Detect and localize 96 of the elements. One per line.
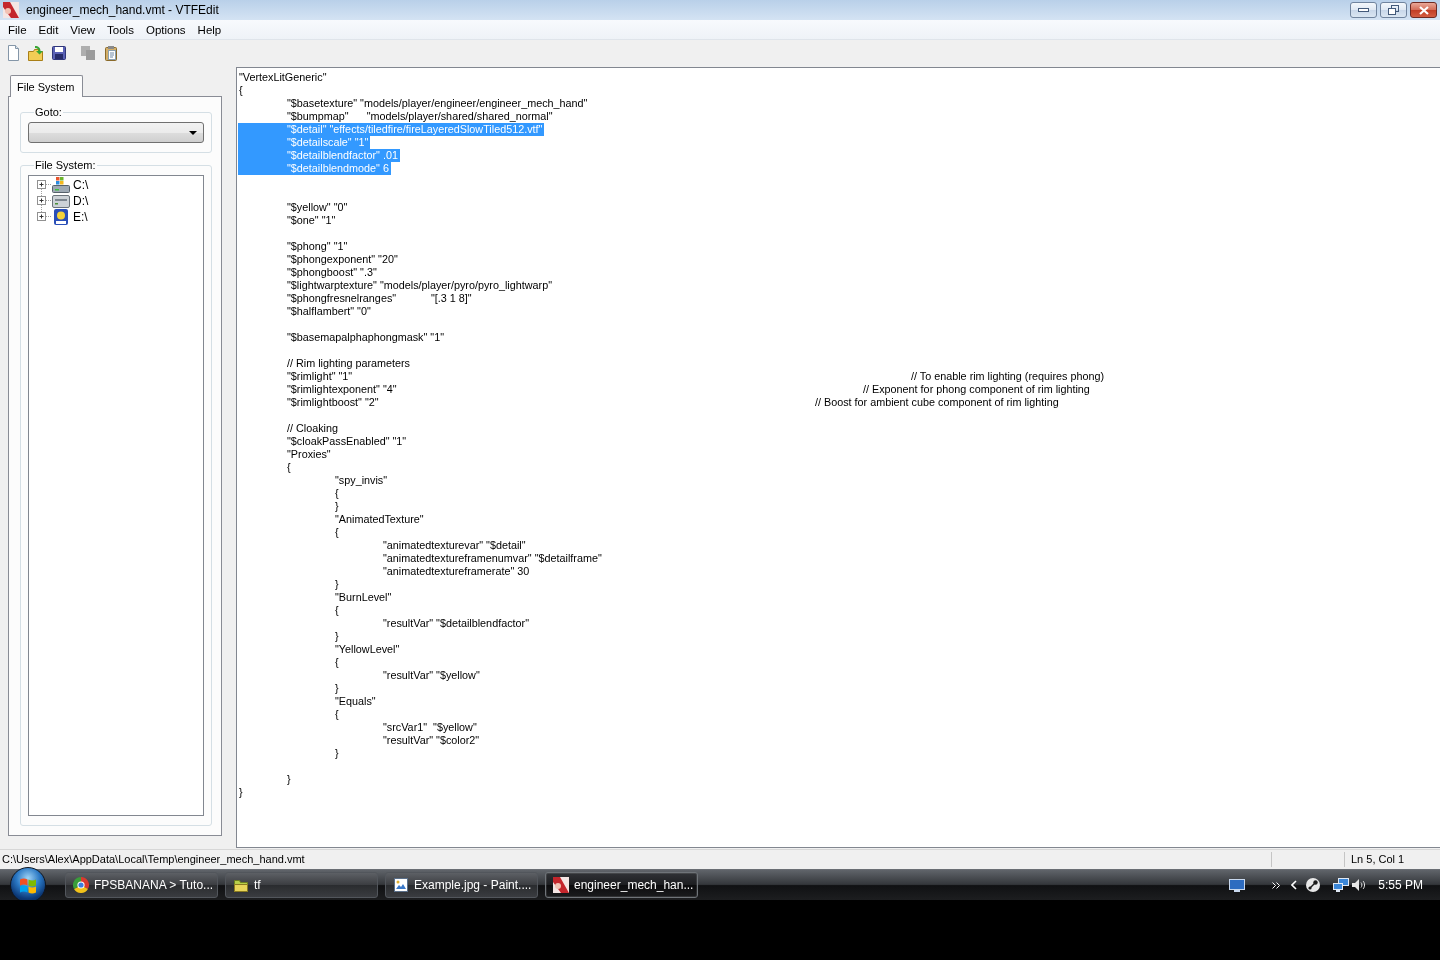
close-icon <box>1418 5 1429 15</box>
code-line: "$phongexponent" "20" <box>287 253 398 266</box>
code-line: "AnimatedTexture" <box>335 513 424 526</box>
code-line: "animatedtextureframenumvar" "$detailframe" <box>383 552 602 565</box>
picture-icon <box>393 877 409 893</box>
text-editor[interactable] <box>236 67 1440 848</box>
menu-item[interactable]: Options <box>139 20 192 39</box>
close-button[interactable] <box>1410 2 1437 18</box>
monitor-icon[interactable] <box>1229 878 1246 892</box>
code-line: } <box>335 747 339 760</box>
app-icon <box>553 877 569 893</box>
clock: 5:55 PM <box>1378 878 1423 892</box>
tile-icon <box>52 209 70 225</box>
code-line: "spy_invis" <box>335 474 388 487</box>
menu-item[interactable]: Edit <box>32 20 65 39</box>
cursor-position: Ln 5, Col 1 <box>1350 852 1406 867</box>
code-line: "animatedtexturevar" "$detail" <box>383 539 526 552</box>
folder-icon <box>233 877 249 893</box>
tree-item[interactable]: E:\ <box>73 209 88 225</box>
taskbar-button[interactable]: engineer_mech_han... <box>545 872 698 898</box>
code-line: "$lightwarptexture" "models/player/pyro/pyro_lightwarp" <box>287 279 552 292</box>
expand-icon[interactable] <box>35 177 52 193</box>
file-path: C:\Users\Alex\AppData\Local\Temp\engineer_mech_hand.vmt <box>1 852 306 867</box>
folder-arrow-icon[interactable] <box>28 44 44 61</box>
code-line: { <box>335 708 339 721</box>
code-line: "resultVar" "$color2" <box>383 734 480 747</box>
restore-icon <box>1388 5 1399 15</box>
network-icon[interactable] <box>1333 878 1350 892</box>
code-line: "$halflambert" "0" <box>287 305 371 318</box>
code-line: "$cloakPassEnabled" "1" <box>287 435 407 448</box>
code-line: "YellowLevel" <box>335 643 400 656</box>
menu-item[interactable]: View <box>64 20 102 39</box>
code-line: } <box>239 786 243 799</box>
code-line: "srcVar1" "$yellow" <box>383 721 477 734</box>
hard-drive-icon <box>52 177 70 193</box>
code-line: "$basemapalphaphongmask" "1" <box>287 331 444 344</box>
code-line: "$rimlightexponent" "4" // Exponent for phong component of rim lighting <box>287 383 1090 396</box>
code-line: } <box>335 578 339 591</box>
code-line: } <box>335 682 339 695</box>
double-chevron-icon[interactable] <box>1272 881 1281 889</box>
code-line: { <box>287 461 291 474</box>
start-button[interactable] <box>10 867 46 903</box>
menu-item[interactable]: Help <box>191 20 228 39</box>
code-line: // Cloaking <box>287 422 338 435</box>
menu-item[interactable]: Tools <box>101 20 140 39</box>
code-line: } <box>335 500 339 513</box>
expand-icon[interactable] <box>35 193 52 209</box>
app-icon[interactable] <box>3 2 19 18</box>
taskbar-button[interactable]: Example.jpg - Paint.... <box>385 872 538 898</box>
code-line: "$yellow" "0" <box>287 201 348 214</box>
taskbar-button[interactable]: tf <box>225 872 378 898</box>
code-line: "$rimlight" "1" // To enable rim lighting (requires phong) <box>287 370 1105 383</box>
code-line: { <box>335 656 339 669</box>
minimize-button[interactable] <box>1350 2 1377 18</box>
code-line: { <box>239 84 243 97</box>
code-line: { <box>335 526 339 539</box>
code-line: } <box>335 630 339 643</box>
tree-item[interactable]: D:\ <box>73 193 89 209</box>
window-title: engineer_mech_hand.vmt - VTFEdit <box>26 2 219 19</box>
menu-item[interactable]: File <box>2 20 33 39</box>
code-line: "$bumpmap" "models/player/shared/shared_normal" <box>287 110 553 123</box>
taskbar-button[interactable]: FPSBANANA > Tuto... <box>65 872 218 898</box>
restore-button[interactable] <box>1380 2 1407 18</box>
file-system-label: File System: <box>34 158 97 172</box>
code-line: "animatedtextureframerate" 30 <box>383 565 530 578</box>
code-line: "resultVar" "$yellow" <box>383 669 480 682</box>
speaker-icon[interactable] <box>1352 878 1366 892</box>
code-line: { <box>335 487 339 500</box>
goto-label: Goto: <box>34 105 63 119</box>
new-page-icon[interactable] <box>5 44 21 61</box>
code-line: "$one" "1" <box>287 214 336 227</box>
code-line: { <box>335 604 339 617</box>
code-line: "resultVar" "$detailblendfactor" <box>383 617 529 630</box>
clipboard-icon[interactable] <box>103 44 119 61</box>
minimize-icon <box>1358 8 1369 12</box>
flag-icon <box>19 876 37 894</box>
code-line: } <box>287 773 291 786</box>
code-line: "$basetexture" "models/player/engineer/engineer_mech_hand" <box>287 97 588 110</box>
tree-item[interactable]: C:\ <box>73 177 89 193</box>
code-line: "$phongboost" ".3" <box>287 266 377 279</box>
drive-icon <box>52 193 70 209</box>
code-line: "$rimlightboost" "2" // Boost for ambient cube component of rim lighting <box>287 396 1059 409</box>
panel-tab[interactable]: File System <box>10 75 84 97</box>
chevron-left-icon[interactable] <box>1291 880 1298 890</box>
floppy-icon[interactable] <box>51 44 67 61</box>
code-line: "$phong" "1" <box>287 240 348 253</box>
code-line: "VertexLitGeneric" <box>239 71 327 84</box>
circle-icon[interactable] <box>1305 877 1322 893</box>
goto-dropdown[interactable] <box>28 122 204 143</box>
code-line: "$phongfresnelranges" "[.3 1 8]" <box>287 292 472 305</box>
round-logo-icon <box>73 877 89 893</box>
code-line: // Rim lighting parameters <box>287 357 410 370</box>
code-line: "Equals" <box>335 695 376 708</box>
code-line: "Proxies" <box>287 448 331 461</box>
code-line: "BurnLevel" <box>335 591 392 604</box>
caret-icon <box>189 130 197 135</box>
